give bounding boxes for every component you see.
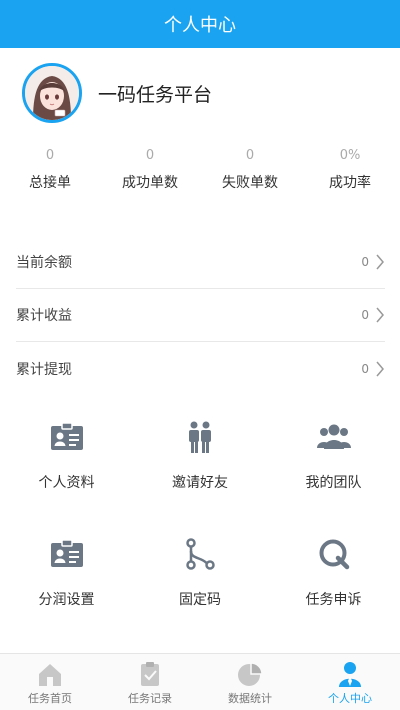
stat-label: 失败单数 (222, 175, 278, 191)
q-icon (319, 539, 349, 570)
grid-item-task-appeal[interactable]: 任务申诉 (267, 529, 400, 646)
chevron-right-icon (376, 254, 384, 270)
grid-item-invite[interactable]: 邀请好友 (133, 412, 267, 529)
grid-label: 我的团队 (305, 475, 362, 491)
row-value: 0 (361, 255, 369, 269)
stats-row: 0 总接单 0 成功单数 0 失败单数 0% 成功率 (0, 146, 400, 196)
grid-label: 任务申诉 (305, 592, 362, 608)
stat-label: 总接单 (29, 175, 71, 191)
header-bar: 个人中心 (0, 0, 400, 48)
pie-chart-icon (238, 662, 263, 686)
row-value: 0 (361, 361, 369, 376)
bottom-tab-bar: 任务首页 任务记录 数据统计 个人中心 (0, 653, 400, 710)
stat-value: 0 (245, 148, 255, 163)
people-pair-icon (189, 421, 211, 453)
stat-value: 0 (45, 148, 55, 163)
tab-data-stats[interactable]: 数据统计 (200, 654, 300, 710)
id-card-icon (50, 422, 83, 450)
row-value: 0 (361, 308, 369, 322)
home-icon (39, 664, 61, 686)
profile-section: 一码任务平台 (0, 58, 400, 128)
grid-item-team[interactable]: 我的团队 (267, 412, 400, 529)
row-balance[interactable]: 当前余额 0 (16, 236, 385, 289)
username: 一码任务平台 (98, 83, 213, 106)
tab-label: 任务记录 (128, 692, 172, 705)
tab-label: 任务首页 (28, 692, 72, 705)
id-card-icon (50, 539, 83, 567)
chevron-right-icon (376, 307, 384, 323)
tab-label: 个人中心 (328, 692, 372, 705)
avatar[interactable] (22, 63, 82, 123)
feature-grid: 个人资料 邀请好友 我的团队 分润设置 固定码 任务申诉 (0, 412, 400, 646)
grid-label: 固定码 (179, 592, 221, 608)
tab-task-home[interactable]: 任务首页 (0, 654, 100, 710)
stat-label: 成功单数 (122, 175, 178, 191)
stat-value: 0 (145, 148, 155, 163)
stat-failed-orders: 0 失败单数 (200, 146, 300, 196)
grid-label: 邀请好友 (172, 475, 228, 491)
stat-success-orders: 0 成功单数 (100, 146, 200, 196)
row-label: 累计提现 (16, 361, 72, 378)
stat-success-rate: 0% 成功率 (300, 146, 400, 196)
grid-label: 分润设置 (38, 592, 95, 608)
branch-icon (186, 538, 215, 570)
user-icon (339, 662, 361, 687)
clipboard-icon (141, 662, 159, 686)
row-total-withdrawal[interactable]: 累计提现 0 (16, 342, 385, 395)
tab-label: 数据统计 (228, 692, 272, 705)
grid-item-profit-settings[interactable]: 分润设置 (0, 529, 133, 646)
grid-item-profile[interactable]: 个人资料 (0, 412, 133, 529)
stat-total-orders: 0 总接单 (0, 146, 100, 196)
chevron-right-icon (376, 361, 384, 376)
tab-task-records[interactable]: 任务记录 (100, 654, 200, 710)
team-icon (316, 424, 351, 449)
page-title: 个人中心 (164, 15, 236, 36)
row-total-income[interactable]: 累计收益 0 (16, 289, 385, 342)
stat-value: 0% (339, 148, 361, 163)
stat-label: 成功率 (329, 175, 371, 191)
row-label: 累计收益 (16, 308, 72, 324)
tab-personal-center[interactable]: 个人中心 (300, 654, 400, 710)
account-rows: 当前余额 0 累计收益 0 累计提现 0 (0, 236, 400, 395)
grid-item-fixed-code[interactable]: 固定码 (133, 529, 267, 646)
row-label: 当前余额 (16, 255, 72, 271)
grid-label: 个人资料 (38, 475, 95, 491)
